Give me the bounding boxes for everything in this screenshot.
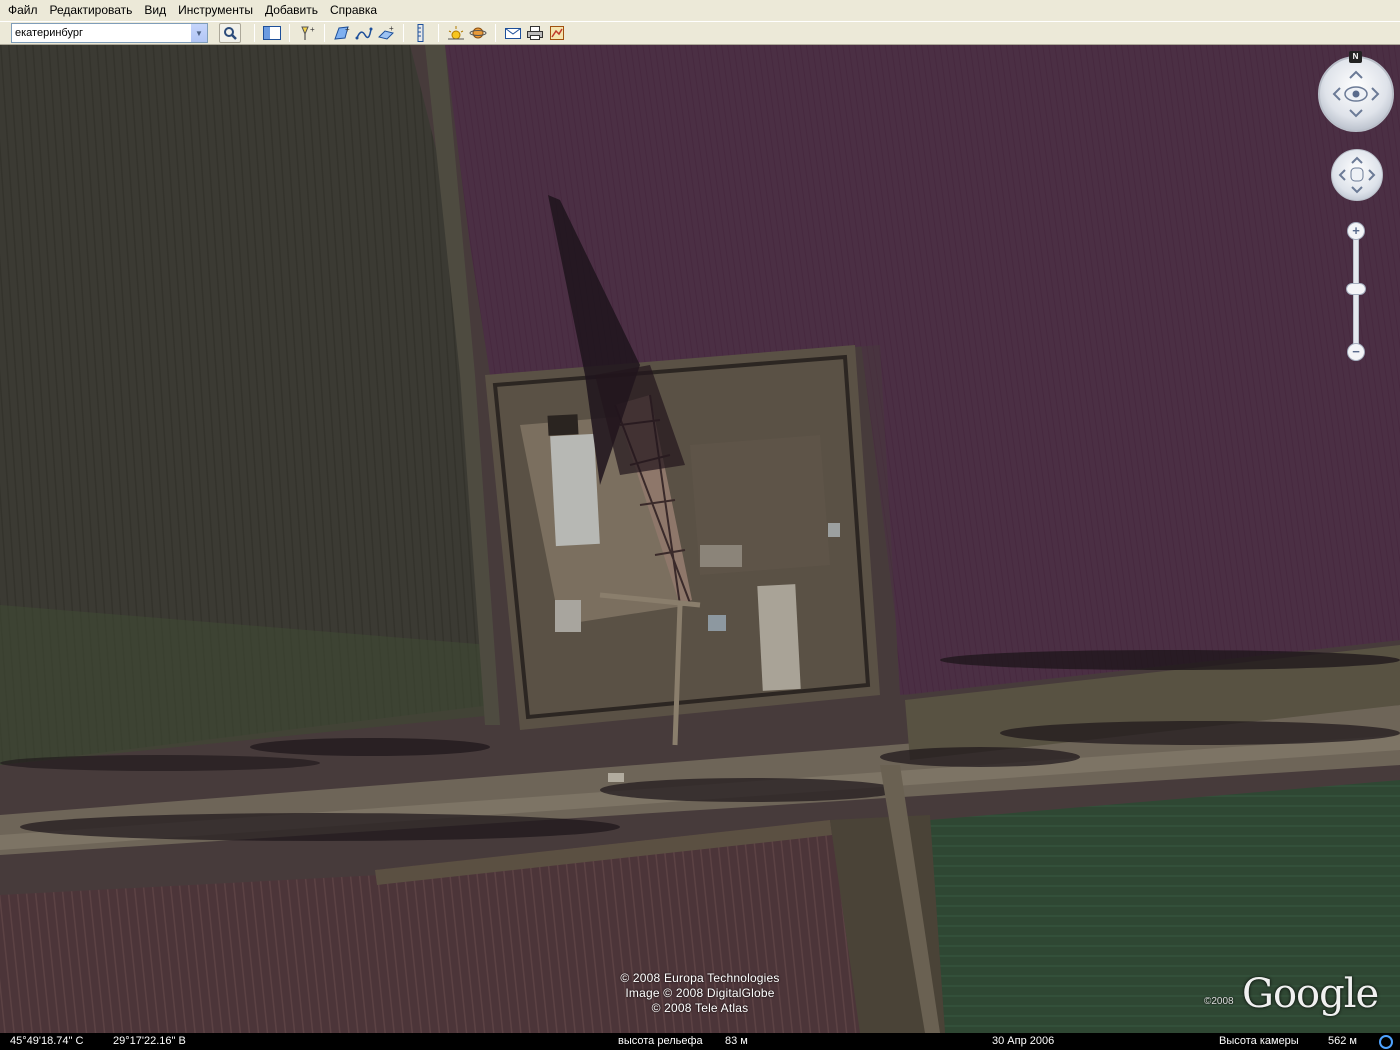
sunlight-icon xyxy=(448,26,464,40)
menu-view[interactable]: Вид xyxy=(138,0,172,21)
polygon-icon: + xyxy=(334,25,350,40)
print-button[interactable] xyxy=(524,23,546,43)
email-icon xyxy=(505,28,521,39)
view-in-maps-button[interactable] xyxy=(546,23,568,43)
imagery-attribution: © 2008 Europa Technologies Image © 2008 … xyxy=(0,971,1400,1016)
print-icon xyxy=(527,26,543,40)
copyright-line: Image © 2008 DigitalGlobe xyxy=(625,986,775,1000)
menu-edit[interactable]: Редактировать xyxy=(44,0,139,21)
zoom-slider[interactable] xyxy=(1353,233,1359,361)
search-input[interactable] xyxy=(12,24,190,42)
svg-text:+: + xyxy=(345,25,350,34)
look-control[interactable] xyxy=(1318,56,1394,132)
svg-text:+: + xyxy=(389,25,394,33)
search-button[interactable] xyxy=(219,23,241,43)
google-logo: Google xyxy=(1242,971,1379,1017)
toolbar-divider xyxy=(438,24,439,42)
menu-add[interactable]: Добавить xyxy=(259,0,324,21)
menu-tools[interactable]: Инструменты xyxy=(172,0,259,21)
sky-button[interactable] xyxy=(467,23,489,43)
chevron-down-icon[interactable]: ▼ xyxy=(190,24,207,42)
elevation-value: 83 м xyxy=(725,1035,748,1047)
add-path-button[interactable] xyxy=(353,23,375,43)
menu-bar: Файл Редактировать Вид Инструменты Добав… xyxy=(0,0,1400,21)
status-bar: 45°49'18.74" С 29°17'22.16" В высота рел… xyxy=(0,1033,1400,1050)
streaming-indicator-icon xyxy=(1379,1035,1393,1049)
longitude-readout: 29°17'22.16" В xyxy=(113,1035,186,1047)
latitude-readout: 45°49'18.74" С xyxy=(10,1035,84,1047)
toolbar-divider xyxy=(324,24,325,42)
copyright-line: © 2008 Tele Atlas xyxy=(651,1001,749,1015)
search-combobox[interactable]: ▼ xyxy=(11,23,208,43)
eye-altitude-value: 562 м xyxy=(1328,1035,1357,1047)
image-overlay-icon: + xyxy=(378,25,394,40)
eye-icon xyxy=(1332,70,1380,118)
imagery-date: 30 Апр 2006 xyxy=(992,1035,1055,1047)
add-polygon-button[interactable]: + xyxy=(331,23,353,43)
eye-altitude-label: Высота камеры xyxy=(1219,1035,1299,1047)
copyright-line: © 2008 Europa Technologies xyxy=(620,971,780,985)
move-control[interactable] xyxy=(1331,149,1383,201)
zoom-in-button[interactable]: + xyxy=(1347,222,1365,240)
toolbar-divider xyxy=(495,24,496,42)
search-icon xyxy=(224,27,237,40)
sidebar-icon xyxy=(263,26,281,40)
svg-text:+: + xyxy=(310,25,315,34)
menu-file[interactable]: Файл xyxy=(2,0,44,21)
placemark-icon: + xyxy=(301,25,315,40)
north-indicator[interactable]: N xyxy=(1349,51,1362,63)
toolbar-divider xyxy=(289,24,290,42)
ruler-icon xyxy=(417,24,424,42)
sidebar-toggle-button[interactable] xyxy=(261,23,283,43)
map-view[interactable]: N + − © 2008 Europa Technologies Image ©… xyxy=(0,45,1400,1033)
email-button[interactable] xyxy=(502,23,524,43)
sky-icon xyxy=(469,27,487,39)
add-placemark-button[interactable]: + xyxy=(296,23,318,43)
satellite-imagery xyxy=(0,45,1400,1033)
sunlight-button[interactable] xyxy=(445,23,467,43)
view-in-maps-icon xyxy=(550,26,564,40)
toolbar-divider xyxy=(403,24,404,42)
zoom-slider-handle[interactable] xyxy=(1346,283,1366,295)
path-icon xyxy=(355,27,373,40)
menu-help[interactable]: Справка xyxy=(324,0,383,21)
hand-icon xyxy=(1338,156,1376,194)
logo-year: ©2008 xyxy=(1204,996,1234,1007)
toolbar: ▼ + + + xyxy=(0,21,1400,45)
ruler-button[interactable] xyxy=(410,23,432,43)
elevation-label: высота рельефа xyxy=(618,1035,703,1047)
zoom-out-button[interactable]: − xyxy=(1347,343,1365,361)
add-image-overlay-button[interactable]: + xyxy=(375,23,397,43)
toolbar-divider xyxy=(254,24,255,42)
